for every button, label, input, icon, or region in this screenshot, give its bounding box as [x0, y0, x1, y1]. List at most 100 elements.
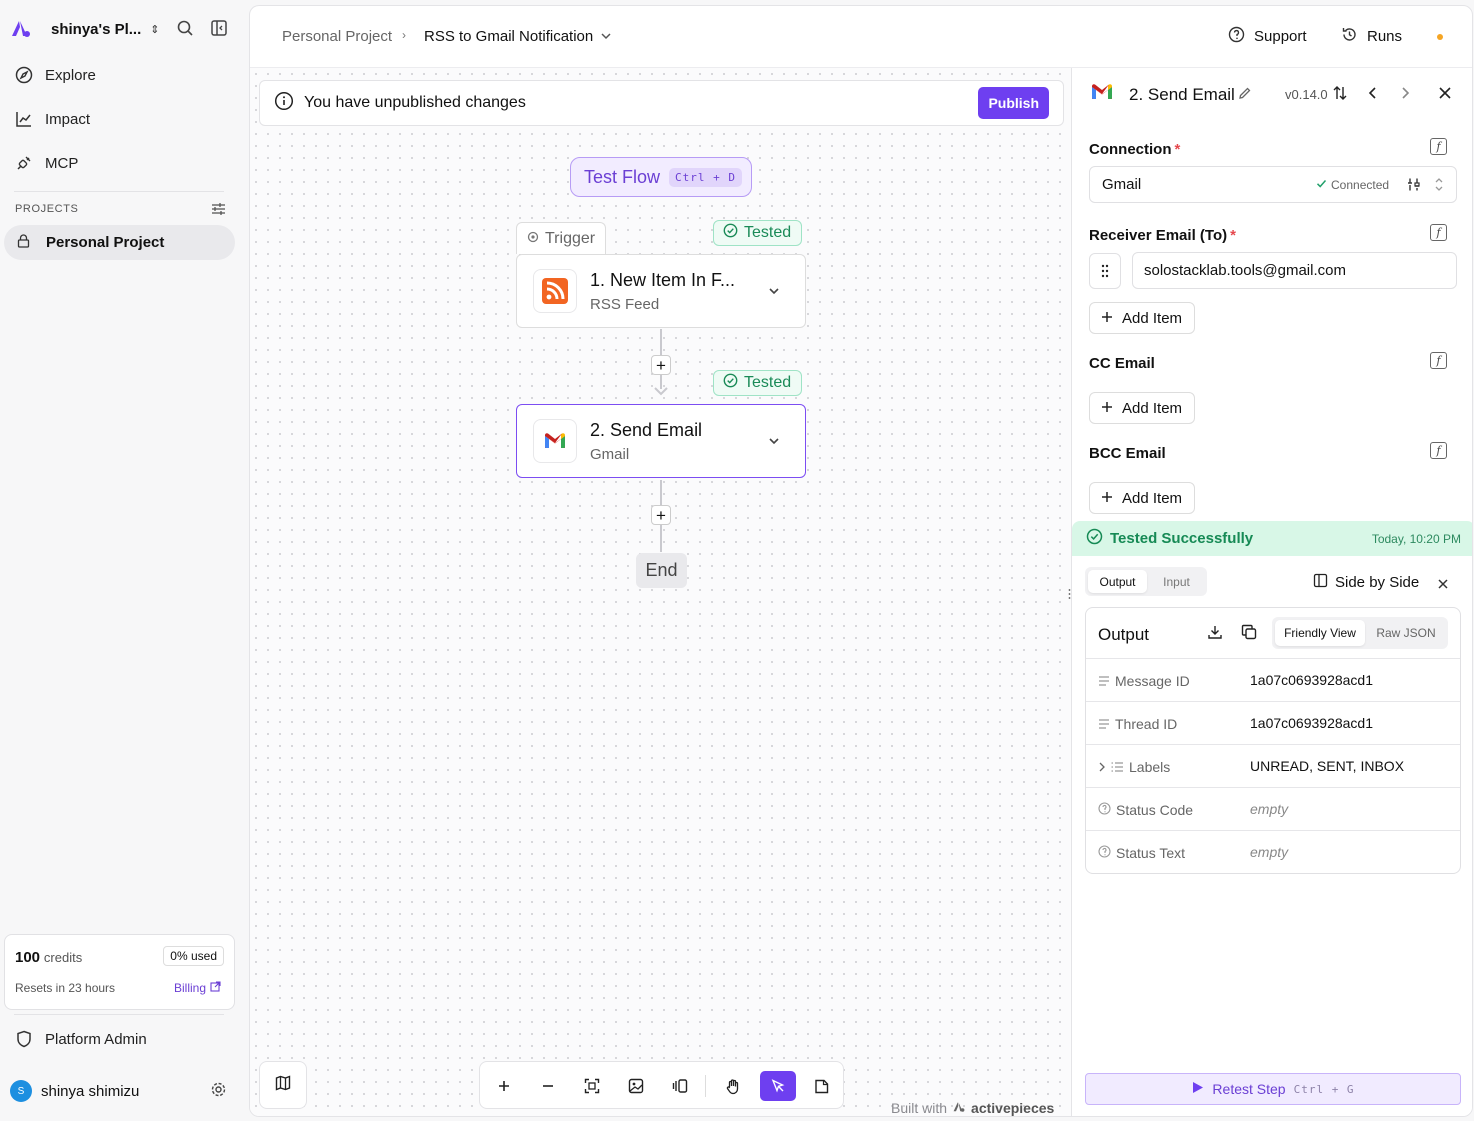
- test-flow-shortcut: Ctrl + D: [669, 167, 743, 187]
- tested-status: Tested Successfully: [1110, 530, 1254, 547]
- settings-sliders-icon[interactable]: [211, 202, 226, 221]
- user-menu[interactable]: S shinya shimizu: [10, 1078, 238, 1104]
- publish-button[interactable]: Publish: [978, 87, 1049, 119]
- copy-icon[interactable]: [1241, 624, 1257, 645]
- support-button[interactable]: Support: [1228, 26, 1307, 47]
- list-icon: [1111, 759, 1124, 775]
- nav-explore-label: Explore: [45, 66, 96, 84]
- minimap-button[interactable]: [259, 1061, 307, 1109]
- nav-impact-label: Impact: [45, 110, 91, 128]
- hand-pan-icon[interactable]: [717, 1071, 749, 1101]
- built-with-footer: Built with activepieces: [891, 1100, 1055, 1116]
- credits-reset-text: Resets in 23 hours: [15, 981, 116, 995]
- chevron-left-icon[interactable]: [1367, 85, 1379, 106]
- output-card: Output Friendly View Raw JSON Message ID…: [1085, 607, 1461, 874]
- chevron-right-icon[interactable]: [1399, 85, 1411, 106]
- step-card-send-email[interactable]: 2. Send Email Gmail: [516, 404, 806, 478]
- billing-link[interactable]: Billing: [174, 981, 221, 995]
- friendly-view-tab[interactable]: Friendly View: [1275, 620, 1365, 646]
- breadcrumb-project[interactable]: Personal Project: [282, 28, 392, 45]
- output-header: Output Friendly View Raw JSON: [1086, 608, 1460, 659]
- add-cc-button[interactable]: Add Item: [1089, 392, 1195, 424]
- swap-versions-icon[interactable]: [1333, 85, 1347, 106]
- retest-step-button[interactable]: Retest Step Ctrl + G: [1085, 1073, 1461, 1105]
- connection-label: Connection *: [1089, 141, 1181, 158]
- dynamic-value-icon[interactable]: f: [1430, 138, 1447, 155]
- connection-select[interactable]: Gmail Connected: [1089, 166, 1457, 203]
- chevron-down-icon[interactable]: [767, 434, 781, 453]
- sidebar-item-personal-project[interactable]: Personal Project: [4, 225, 235, 260]
- test-flow-button[interactable]: Test Flow Ctrl + D: [570, 157, 752, 197]
- left-sidebar: shinya's Pl... ⇕ Explore Impact MCP PROJ…: [0, 0, 248, 1121]
- activepieces-logo-icon: [952, 1100, 966, 1116]
- pencil-icon[interactable]: [1238, 86, 1252, 105]
- add-receiver-button[interactable]: Add Item: [1089, 302, 1195, 334]
- collapse-sidebar-icon[interactable]: [211, 20, 227, 41]
- connected-status: Connected: [1316, 178, 1389, 192]
- raw-json-tab[interactable]: Raw JSON: [1367, 620, 1445, 646]
- info-icon: [274, 91, 294, 116]
- output-row: Thread ID 1a07c0693928acd1: [1086, 702, 1460, 745]
- dynamic-value-icon[interactable]: f: [1430, 352, 1447, 369]
- dynamic-value-icon[interactable]: f: [1430, 442, 1447, 459]
- step-subtitle: RSS Feed: [590, 296, 660, 313]
- unpublished-text: You have unpublished changes: [304, 94, 526, 111]
- close-icon[interactable]: [1437, 577, 1449, 595]
- receiver-email-input[interactable]: [1132, 252, 1457, 289]
- chevron-down-icon[interactable]: [600, 29, 612, 47]
- search-icon[interactable]: [177, 20, 194, 42]
- chevron-down-icon[interactable]: [767, 284, 781, 303]
- workspace-switcher[interactable]: shinya's Pl... ⇕: [10, 14, 238, 44]
- tested-badge: Tested: [713, 220, 803, 246]
- top-bar: Personal Project › RSS to Gmail Notifica…: [250, 6, 1472, 68]
- drag-handle-icon[interactable]: [1089, 253, 1121, 289]
- nav-impact[interactable]: Impact: [14, 104, 90, 134]
- pointer-select-icon[interactable]: [760, 1071, 796, 1101]
- output-row: Message ID 1a07c0693928acd1: [1086, 659, 1460, 702]
- step-title: 2. Send Email: [590, 420, 703, 440]
- play-icon: [1191, 1081, 1204, 1097]
- flow-name[interactable]: RSS to Gmail Notification: [424, 28, 593, 45]
- panel-header: 2. Send Email v0.14.0: [1072, 68, 1472, 120]
- sidebar-divider: [14, 191, 224, 192]
- note-icon[interactable]: [805, 1071, 837, 1101]
- arrow-down-icon: [654, 387, 668, 396]
- check-circle-icon: [1086, 528, 1103, 550]
- check-circle-icon: [723, 223, 738, 243]
- text-lines-icon: [1098, 673, 1110, 689]
- layout-icon[interactable]: [664, 1071, 696, 1101]
- platform-admin-link[interactable]: Platform Admin: [14, 1024, 147, 1054]
- zoom-in-icon[interactable]: [488, 1071, 520, 1101]
- add-step-button[interactable]: +: [651, 355, 671, 375]
- notification-dot: [1437, 34, 1443, 40]
- add-step-button[interactable]: +: [651, 505, 671, 525]
- reconnect-icon[interactable]: [1406, 177, 1421, 196]
- output-row-expandable[interactable]: Labels UNREAD, SENT, INBOX: [1086, 745, 1460, 788]
- gmail-icon: [1090, 83, 1114, 106]
- tab-output[interactable]: Output: [1088, 570, 1147, 593]
- add-bcc-button[interactable]: Add Item: [1089, 482, 1195, 514]
- dynamic-value-icon[interactable]: f: [1430, 224, 1447, 241]
- runs-button[interactable]: Runs: [1341, 26, 1402, 47]
- output-value: 1a07c0693928acd1: [1250, 672, 1374, 688]
- zoom-out-icon[interactable]: [532, 1071, 564, 1101]
- flow-canvas[interactable]: You have unpublished changes Publish Tes…: [250, 68, 1074, 1116]
- image-export-icon[interactable]: [620, 1071, 652, 1101]
- connection-value: Gmail: [1102, 176, 1142, 193]
- step-card-trigger[interactable]: 1. New Item In F... RSS Feed: [516, 254, 806, 328]
- credits-amount: 100 credits: [15, 949, 83, 966]
- project-name: Personal Project: [46, 234, 165, 251]
- rss-icon: [533, 269, 577, 313]
- gear-icon[interactable]: [210, 1081, 227, 1103]
- side-by-side-button[interactable]: Side by Side: [1313, 573, 1419, 592]
- io-tabs: Output Input: [1085, 567, 1207, 596]
- nav-explore[interactable]: Explore: [14, 60, 96, 90]
- line-chart-icon: [14, 109, 34, 129]
- close-icon[interactable]: [1438, 85, 1452, 106]
- step-title: 1. New Item In F...: [590, 270, 736, 290]
- download-icon[interactable]: [1207, 624, 1223, 645]
- nav-mcp[interactable]: MCP: [14, 148, 78, 178]
- fit-view-icon[interactable]: [576, 1071, 608, 1101]
- toolbar-divider: [705, 1075, 706, 1097]
- tab-input[interactable]: Input: [1149, 570, 1204, 593]
